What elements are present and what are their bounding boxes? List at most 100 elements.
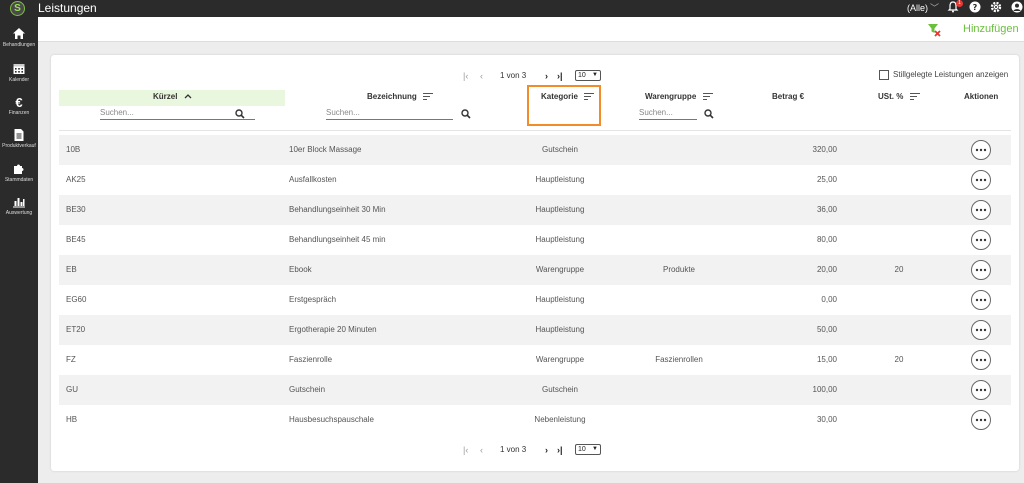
table-row[interactable]: FZ Faszienrolle Warengruppe Faszienrollen 15… bbox=[59, 345, 1011, 375]
sort-icon[interactable] bbox=[423, 93, 434, 101]
search-icon[interactable] bbox=[235, 109, 245, 119]
row-actions-button[interactable] bbox=[971, 170, 991, 190]
last-page-icon[interactable]: ›| bbox=[557, 70, 563, 82]
cell-betrag: 20,00 bbox=[816, 265, 837, 274]
last-page-icon[interactable]: ›| bbox=[557, 444, 563, 456]
row-actions-button[interactable] bbox=[971, 380, 991, 400]
row-actions-button[interactable] bbox=[971, 350, 991, 370]
search-icon[interactable] bbox=[461, 109, 471, 119]
cell-kuerzel: 10B bbox=[66, 145, 81, 154]
sidebar-item-kalender[interactable]: Kalender bbox=[0, 62, 38, 96]
next-page-icon[interactable]: › bbox=[545, 444, 548, 456]
cell-kategorie: Gutschein bbox=[541, 145, 579, 154]
row-actions-button[interactable] bbox=[971, 200, 991, 220]
cell-bezeichnung: Ausfallkosten bbox=[289, 175, 337, 184]
more-horizontal-icon bbox=[975, 268, 987, 272]
search-input-kuerzel[interactable]: Suchen... bbox=[100, 107, 255, 120]
cell-bezeichnung: Behandlungseinheit 45 min bbox=[289, 235, 386, 244]
cell-betrag: 36,00 bbox=[816, 205, 837, 214]
table-row[interactable]: GU Gutschein Gutschein 100,00 bbox=[59, 375, 1011, 405]
sort-ascending-icon[interactable] bbox=[184, 92, 192, 101]
more-horizontal-icon bbox=[975, 178, 987, 182]
calendar-icon bbox=[0, 62, 38, 77]
chevron-down-icon[interactable]: ﹀ bbox=[930, 1, 939, 14]
table-row[interactable]: EB Ebook Warengruppe Produkte 20,00 20 bbox=[59, 255, 1011, 285]
row-actions-button[interactable] bbox=[971, 290, 991, 310]
sidebar-item-label: Behandlungen bbox=[2, 42, 36, 48]
add-button[interactable]: Hinzufügen bbox=[963, 23, 1019, 35]
more-horizontal-icon bbox=[975, 238, 987, 242]
table-row[interactable]: BE45 Behandlungseinheit 45 min Hauptleistu… bbox=[59, 225, 1011, 255]
table-row[interactable]: HB Hausbesuchspauschale Nebenleistung 30,00 bbox=[59, 405, 1011, 435]
first-page-icon[interactable]: |‹ bbox=[463, 70, 468, 82]
cell-bezeichnung: Behandlungseinheit 30 Min bbox=[289, 205, 386, 214]
sidebar-item-stammdaten[interactable]: Stammdaten bbox=[0, 162, 38, 196]
document-icon bbox=[0, 128, 38, 143]
search-placeholder: Suchen... bbox=[326, 108, 360, 117]
column-header-kuerzel[interactable]: Kürzel bbox=[153, 92, 192, 101]
cell-kategorie: Hauptleistung bbox=[535, 205, 585, 214]
user-icon[interactable] bbox=[1010, 1, 1024, 15]
more-horizontal-icon bbox=[975, 388, 987, 392]
table-row[interactable]: AK25 Ausfallkosten Hauptleistung 25,00 bbox=[59, 165, 1011, 195]
cell-bezeichnung: Hausbesuchspauschale bbox=[289, 415, 374, 424]
cell-kategorie: Gutschein bbox=[541, 385, 579, 394]
cell-kategorie: Warengruppe bbox=[535, 265, 585, 274]
column-header-betrag[interactable]: Betrag € bbox=[772, 92, 804, 101]
cell-kuerzel: BE45 bbox=[66, 235, 86, 244]
sort-icon[interactable] bbox=[702, 93, 713, 101]
sort-icon[interactable] bbox=[909, 93, 920, 101]
more-horizontal-icon bbox=[975, 148, 987, 152]
search-input-warengruppe[interactable]: Suchen... bbox=[639, 107, 697, 120]
cell-kategorie: Nebenleistung bbox=[534, 415, 586, 424]
prev-page-icon[interactable]: ‹ bbox=[480, 70, 483, 82]
table-row[interactable]: BE30 Behandlungseinheit 30 Min Hauptleistu… bbox=[59, 195, 1011, 225]
table-row[interactable]: ET20 Ergotherapie 20 Minuten Hauptleistung… bbox=[59, 315, 1011, 345]
help-icon[interactable]: ? bbox=[968, 1, 982, 15]
first-page-icon[interactable]: |‹ bbox=[463, 444, 468, 456]
row-actions-button[interactable] bbox=[971, 410, 991, 430]
next-page-icon[interactable]: › bbox=[545, 70, 548, 82]
sidebar-item-auswertung[interactable]: Auswertung bbox=[0, 195, 38, 229]
table-row[interactable]: EG60 Erstgespräch Hauptleistung 0,00 bbox=[59, 285, 1011, 315]
search-input-bezeichnung[interactable]: Suchen... bbox=[326, 107, 453, 120]
scope-select[interactable]: (Alle) bbox=[907, 3, 928, 13]
show-inactive-toggle[interactable]: Stillgelegte Leistungen anzeigen bbox=[879, 70, 1008, 80]
checkbox[interactable] bbox=[879, 70, 889, 80]
row-actions-button[interactable] bbox=[971, 140, 991, 160]
app-logo[interactable]: S bbox=[10, 1, 25, 16]
page-size-select[interactable]: 10 ▼ bbox=[575, 444, 601, 455]
search-placeholder: Suchen... bbox=[639, 108, 673, 117]
cell-bezeichnung: Ebook bbox=[289, 265, 312, 274]
table-row[interactable]: 10B 10er Block Massage Gutschein 320,00 bbox=[59, 135, 1011, 165]
cell-kuerzel: BE30 bbox=[66, 205, 86, 214]
filter-remove-icon[interactable] bbox=[927, 23, 941, 37]
row-actions-button[interactable] bbox=[971, 320, 991, 340]
sidebar-item-behandlungen[interactable]: Behandlungen bbox=[0, 27, 38, 61]
cell-betrag: 100,00 bbox=[812, 385, 837, 394]
cell-kategorie: Hauptleistung bbox=[535, 325, 585, 334]
page-indicator: 1 von 3 bbox=[500, 71, 527, 80]
column-header-bezeichnung[interactable]: Bezeichnung bbox=[367, 92, 434, 101]
sidebar-item-produktverkauf[interactable]: Produktverkauf bbox=[0, 128, 38, 162]
cell-warengruppe: Produkte bbox=[662, 265, 696, 274]
sidebar-item-finanzen[interactable]: € Finanzen bbox=[0, 95, 38, 129]
column-header-warengruppe[interactable]: Warengruppe bbox=[645, 92, 713, 101]
cell-warengruppe: Faszienrollen bbox=[655, 355, 703, 364]
search-icon[interactable] bbox=[704, 109, 714, 119]
search-placeholder: Suchen... bbox=[100, 108, 134, 117]
page-size-select[interactable]: 10 ▼ bbox=[575, 70, 601, 81]
more-horizontal-icon bbox=[975, 298, 987, 302]
cell-ust: 20 bbox=[894, 265, 904, 274]
toolbar: Hinzufügen bbox=[38, 17, 1024, 42]
row-actions-button[interactable] bbox=[971, 260, 991, 280]
euro-icon: € bbox=[15, 95, 23, 110]
column-label: Kürzel bbox=[153, 92, 178, 101]
prev-page-icon[interactable]: ‹ bbox=[480, 444, 483, 456]
cell-betrag: 50,00 bbox=[816, 325, 837, 334]
row-actions-button[interactable] bbox=[971, 230, 991, 250]
column-header-ust[interactable]: USt. % bbox=[878, 92, 920, 101]
gear-icon[interactable] bbox=[989, 1, 1003, 15]
chevron-down-icon: ▼ bbox=[592, 72, 598, 78]
cell-kuerzel: AK25 bbox=[66, 175, 86, 184]
